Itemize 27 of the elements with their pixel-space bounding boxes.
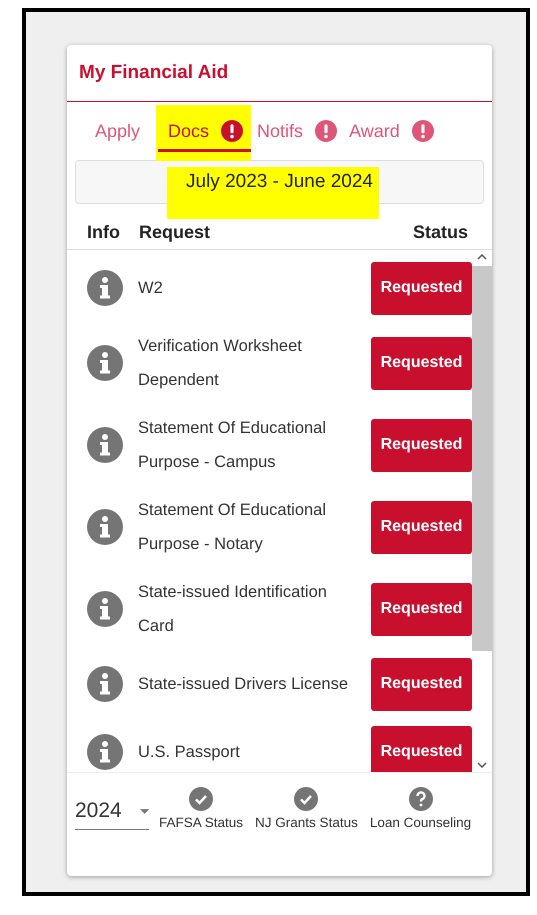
status-button[interactable]: Requested	[371, 336, 472, 390]
request-name: Statement Of Educational Purpose - Campus	[137, 418, 328, 473]
column-header: Status	[412, 222, 468, 243]
app-title: My Financial Aid	[67, 45, 492, 102]
request-name: Statement Of Educational Purpose - Notary	[137, 500, 328, 555]
request-name: Verification Worksheet Dependent	[137, 336, 303, 391]
column-header: Info	[87, 222, 121, 243]
date-range-text: July 2023 - June 2024	[186, 171, 373, 193]
footer-link[interactable]: FAFSA Status	[157, 787, 246, 830]
footer-link[interactable]: Loan Counseling	[368, 787, 474, 830]
request-name: State-issued Identification Card	[137, 582, 328, 637]
request-name: State-issued Drivers License	[137, 674, 350, 695]
status-button[interactable]: Requested	[371, 726, 472, 772]
status-button[interactable]: Requested	[371, 582, 472, 636]
status-button[interactable]: Requested	[371, 500, 472, 554]
tab[interactable]: Docs	[158, 116, 252, 152]
tab[interactable]: Notifs	[251, 116, 344, 152]
tab[interactable]: Award	[343, 116, 440, 152]
footer-link[interactable]: NJ Grants Status	[253, 787, 360, 830]
tab[interactable]: Apply	[89, 116, 158, 152]
request-name: W2	[137, 278, 164, 299]
status-button[interactable]: Requested	[371, 418, 472, 472]
status-button[interactable]: Requested	[371, 658, 472, 710]
column-header: Request	[139, 222, 212, 243]
year-select[interactable]: 2024	[75, 787, 149, 830]
status-button[interactable]: Requested	[371, 262, 472, 314]
request-name: U.S. Passport	[137, 742, 241, 763]
